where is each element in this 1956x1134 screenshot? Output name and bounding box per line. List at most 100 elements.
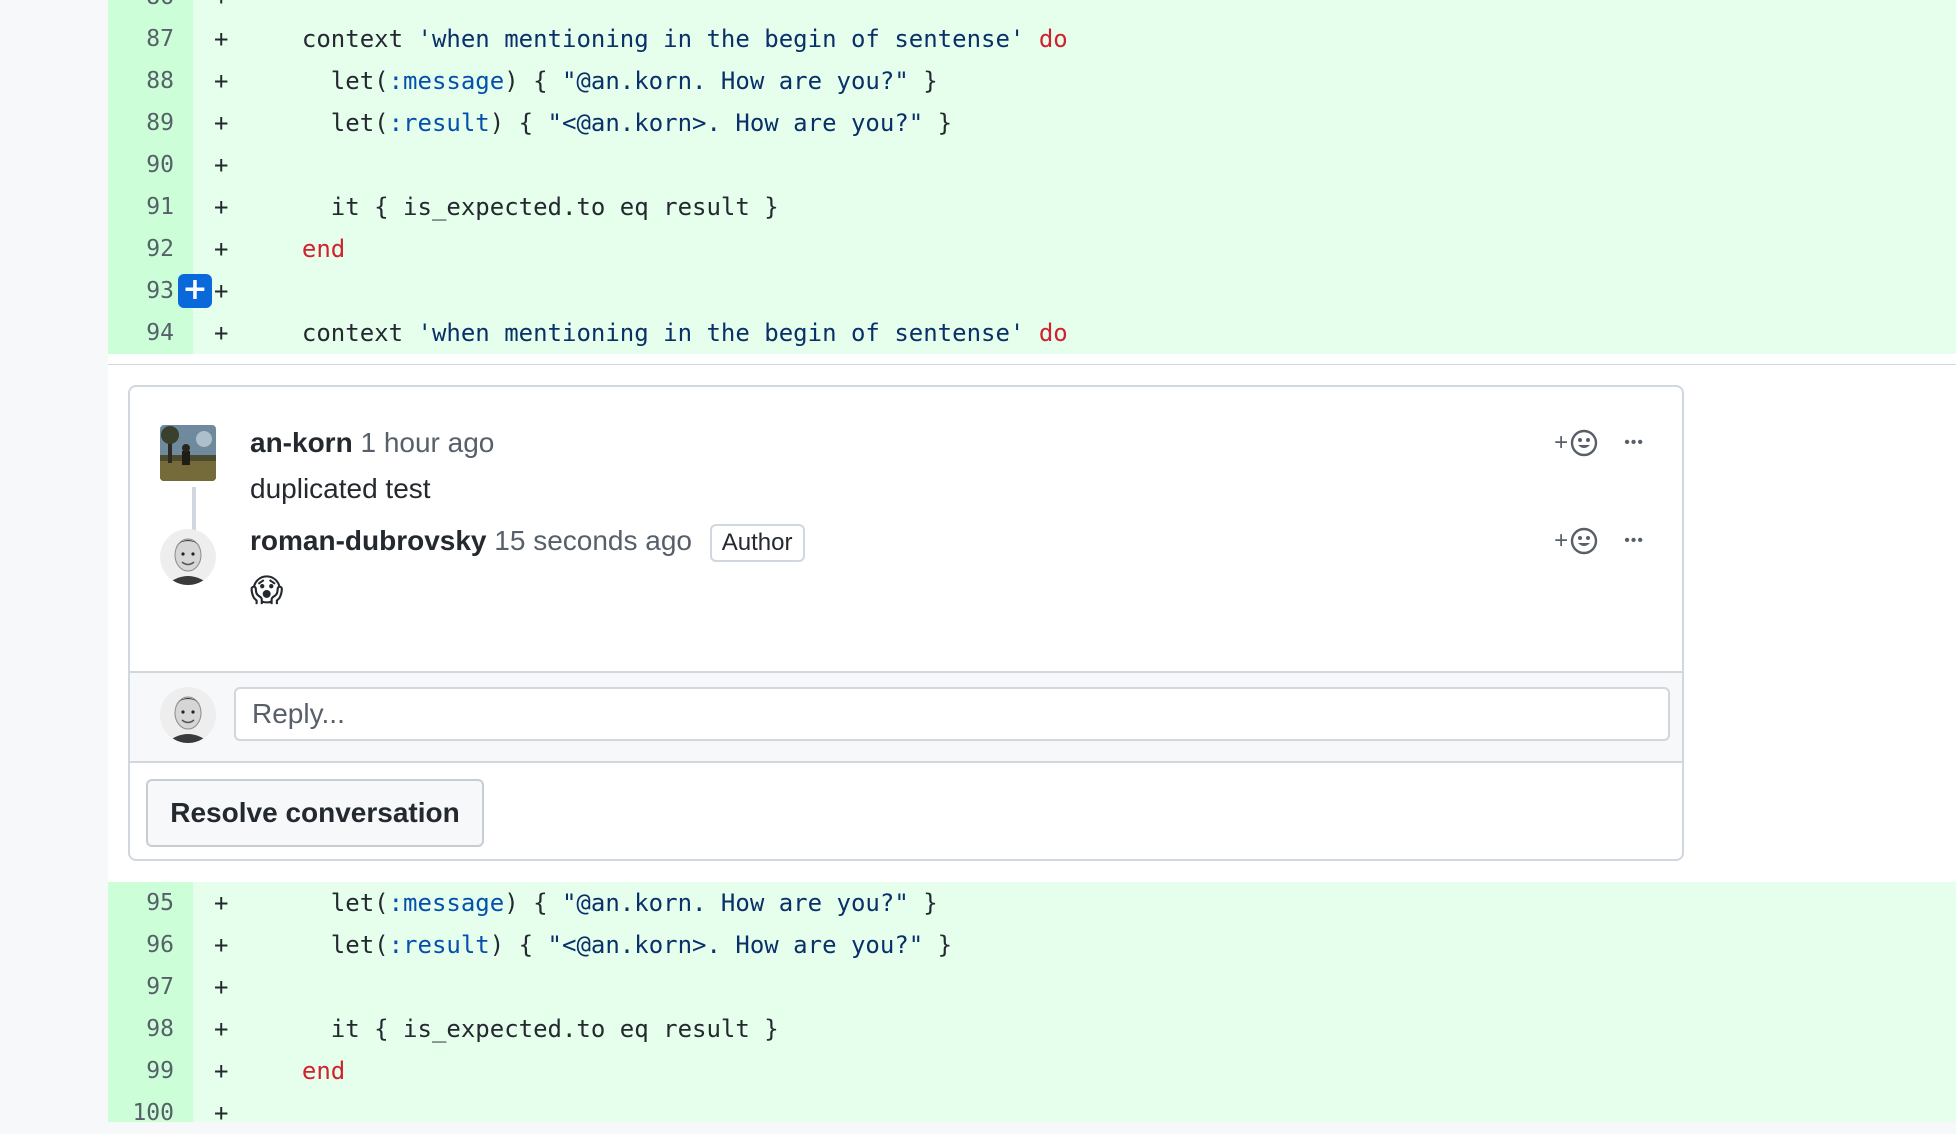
line-number[interactable]: 86	[108, 0, 174, 18]
diff-line: 90 +	[108, 144, 1956, 186]
comment-timestamp[interactable]: 15 seconds ago	[494, 525, 692, 556]
diff-hunk-bottom: 95 + let(:message) { "@an.korn. How are y…	[108, 882, 1956, 1127]
comment-timestamp[interactable]: 1 hour ago	[360, 427, 494, 458]
comment-author[interactable]: roman-dubrovsky	[250, 525, 487, 556]
diff-marker: +	[214, 1015, 229, 1043]
code-token: ) {	[504, 67, 562, 95]
line-number[interactable]: 94	[108, 312, 174, 354]
plus-label: +	[1554, 429, 1569, 456]
line-number[interactable]: 95	[108, 882, 174, 924]
comment-body: 😱	[250, 571, 284, 609]
diff-line: 93 + +	[108, 270, 1956, 312]
diff-line: 92 + end	[108, 228, 1956, 270]
diff-line: 91 + it { is_expected.to eq result }	[108, 186, 1956, 228]
line-number[interactable]: 87	[108, 18, 174, 60]
code-text: let(:result) { "<@an.korn>. How are you?…	[273, 102, 952, 144]
avatar[interactable]	[160, 529, 216, 585]
code-token: let(	[273, 67, 389, 95]
comment-header: roman-dubrovsky 15 seconds ago Author	[250, 523, 805, 562]
code-token: ) {	[504, 889, 562, 917]
code-token: }	[908, 67, 938, 95]
diff-marker: +	[214, 319, 229, 347]
code-token: do	[1038, 319, 1068, 347]
code-token: }	[923, 109, 953, 137]
code-token: "<@an.korn>. How are you?"	[547, 109, 924, 137]
line-number[interactable]: 90	[108, 144, 174, 186]
comment-actions: + •••	[1554, 523, 1644, 559]
diff-marker: +	[214, 25, 229, 53]
code-token: :message	[388, 67, 505, 95]
code-token: "@an.korn. How are you?"	[561, 67, 909, 95]
diff-line: 98 + it { is_expected.to eq result }	[108, 1008, 1956, 1050]
diff-line: 88 + let(:message) { "@an.korn. How are y…	[108, 60, 1956, 102]
diff-line: 100 +	[108, 1092, 1956, 1134]
plus-label: +	[1554, 527, 1569, 554]
comment-header: an-korn 1 hour ago	[250, 425, 494, 461]
diff-marker: +	[214, 0, 228, 18]
code-token: do	[1038, 25, 1068, 53]
diff-marker: +	[214, 973, 229, 1001]
diff-line: 86 +	[108, 0, 1956, 18]
code-token: :result	[388, 109, 490, 137]
diff-line: 99 + end	[108, 1050, 1956, 1092]
line-number[interactable]: 96	[108, 924, 174, 966]
diff-line: 87 + context 'when mentioning in the begi…	[108, 18, 1956, 60]
diff-marker: +	[214, 931, 229, 959]
code-text: let(:message) { "@an.korn. How are you?"…	[273, 60, 938, 102]
comment-author[interactable]: an-korn	[250, 427, 353, 458]
line-number[interactable]: 100	[108, 1092, 174, 1134]
code-token: 'when mentioning in the begin of sentens…	[417, 319, 1025, 347]
diff-marker: +	[214, 151, 229, 179]
line-number[interactable]: 91	[108, 186, 174, 228]
code-token: :result	[388, 931, 490, 959]
code-text: end	[273, 228, 345, 270]
kebab-horizontal-icon[interactable]: •••	[1624, 532, 1644, 550]
diff-hunk-top: 86 +87 + context 'when mentioning in the b…	[108, 0, 1956, 354]
resolve-conversation-button[interactable]: Resolve conversation	[146, 779, 484, 847]
code-token: ) {	[489, 931, 548, 959]
avatar[interactable]	[160, 425, 216, 481]
code-text: it { is_expected.to eq result }	[273, 186, 779, 228]
diff-view: 86 +87 + context 'when mentioning in the b…	[108, 0, 1956, 1127]
line-number[interactable]: 99	[108, 1050, 174, 1092]
code-token: context	[273, 25, 418, 53]
line-number[interactable]: 89	[108, 102, 174, 144]
diff-marker: +	[214, 109, 229, 137]
code-text: context 'when mentioning in the begin of…	[273, 18, 1068, 60]
plus-icon[interactable]: +	[178, 274, 212, 308]
inline-comment-band: an-korn 1 hour ago duplicated test + •••…	[108, 364, 1956, 884]
line-number[interactable]: 88	[108, 60, 174, 102]
diff-marker: +	[214, 235, 229, 263]
kebab-horizontal-icon[interactable]: •••	[1624, 434, 1644, 452]
code-token: let(	[273, 109, 389, 137]
diff-line: 97 +	[108, 966, 1956, 1008]
diff-line: 96 + let(:result) { "<@an.korn>. How are …	[108, 924, 1956, 966]
diff-marker: +	[214, 193, 229, 221]
avatar-image	[160, 425, 216, 481]
code-token: let(	[273, 931, 389, 959]
review-thread: an-korn 1 hour ago duplicated test + •••…	[128, 385, 1684, 861]
comment-actions: + •••	[1554, 425, 1644, 461]
add-reaction-button[interactable]: +	[1554, 429, 1598, 457]
code-token: "<@an.korn>. How are you?"	[547, 931, 924, 959]
code-token: end	[301, 1057, 346, 1085]
code-token: ) {	[489, 109, 548, 137]
line-number[interactable]: 98	[108, 1008, 174, 1050]
reply-box	[130, 671, 1682, 763]
comment-body: duplicated test	[250, 473, 431, 504]
line-number[interactable]: 92	[108, 228, 174, 270]
avatar-image	[160, 529, 216, 585]
code-token: 'when mentioning in the begin of sentens…	[417, 25, 1025, 53]
code-token: }	[908, 889, 938, 917]
line-number[interactable]: 97	[108, 966, 174, 1008]
diff-line: 94 + context 'when mentioning in the begi…	[108, 312, 1956, 354]
code-token: }	[923, 931, 953, 959]
code-text: end	[273, 1050, 345, 1092]
diff-marker: +	[214, 889, 229, 917]
reply-input[interactable]	[234, 687, 1670, 741]
line-number[interactable]: 93	[108, 270, 174, 312]
add-reaction-button[interactable]: +	[1554, 527, 1598, 555]
